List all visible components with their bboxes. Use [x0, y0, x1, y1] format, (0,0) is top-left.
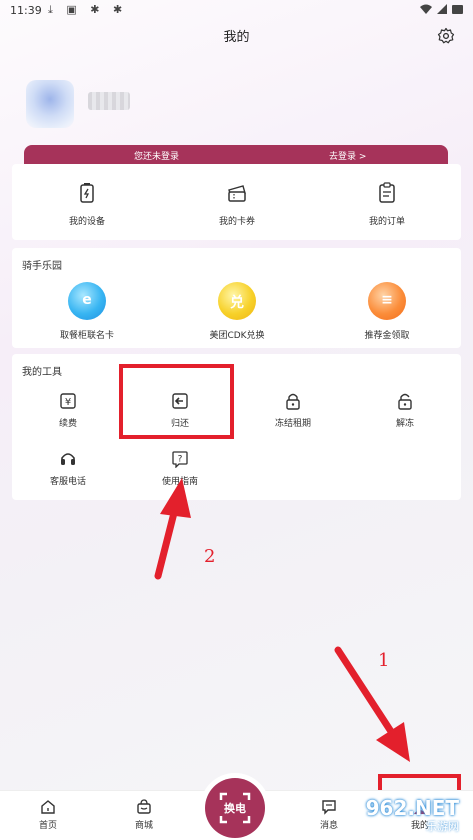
annotation-number-1: 1 [378, 650, 390, 671]
nav-home[interactable]: 首页 [28, 799, 68, 831]
annotation-number-2: 2 [204, 546, 216, 567]
nav-messages-label: 消息 [319, 821, 338, 831]
shopping-bag-icon [137, 799, 151, 814]
nav-home-label: 首页 [38, 821, 57, 831]
nav-mall-label: 商城 [134, 821, 153, 831]
home-icon [41, 800, 55, 814]
swap-battery-button[interactable]: 换电 [205, 778, 265, 838]
message-icon [322, 800, 336, 815]
annotation-arrows [154, 478, 410, 762]
nav-messages[interactable]: 消息 [309, 799, 349, 831]
watermark-logo: 962.NET [365, 796, 459, 820]
nav-mall[interactable]: 商城 [124, 799, 164, 831]
swap-battery-label: 换电 [224, 802, 246, 815]
watermark-sub: 乐游网 [426, 820, 459, 833]
